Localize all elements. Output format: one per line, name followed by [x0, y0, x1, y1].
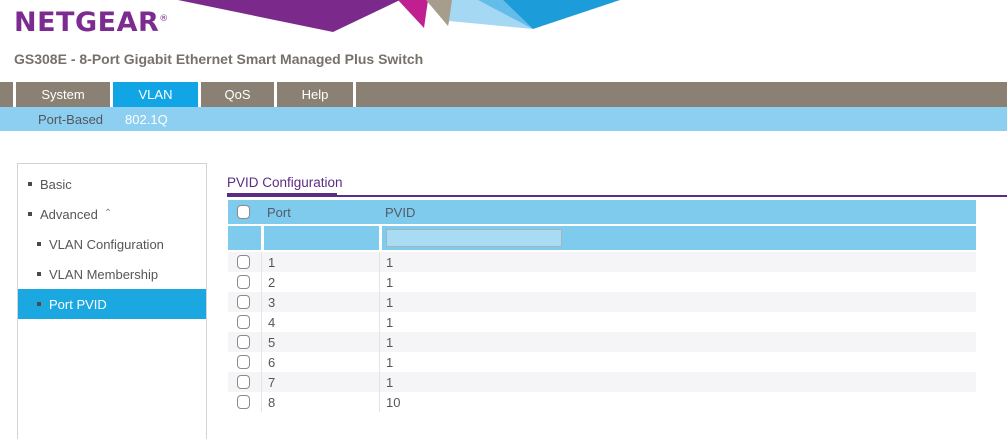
- sidebar-item-port-pvid[interactable]: Port PVID: [18, 289, 206, 319]
- pvid-table: Port PVID 1 1 2 1 3 1 4 1: [228, 200, 976, 412]
- subnav-item-8021q[interactable]: 802.1Q: [125, 112, 168, 127]
- table-row: 2 1: [228, 272, 976, 292]
- filter-row: [228, 226, 976, 250]
- sidebar-item-label: Basic: [40, 177, 72, 192]
- port-cell: 2: [261, 272, 379, 292]
- sidebar: Basic Advanced ⌃ VLAN Configuration VLAN…: [17, 163, 207, 439]
- pvid-filter-input[interactable]: [386, 229, 562, 247]
- sidebar-item-label: Port PVID: [49, 297, 107, 312]
- port-cell: 8: [261, 392, 379, 412]
- main-nav: System VLAN QoS Help: [0, 82, 1007, 107]
- table-row: 1 1: [228, 252, 976, 272]
- table-row: 4 1: [228, 312, 976, 332]
- port-cell: 5: [261, 332, 379, 352]
- column-header-pvid: PVID: [379, 200, 976, 224]
- page-title: GS308E - 8-Port Gigabit Ethernet Smart M…: [14, 51, 423, 67]
- sub-nav: Port-Based 802.1Q: [0, 107, 1007, 131]
- netgear-logo: NETGEAR®: [14, 7, 169, 38]
- table-row: 5 1: [228, 332, 976, 352]
- table-header-row: Port PVID: [228, 200, 976, 224]
- pvid-cell: 1: [379, 332, 976, 352]
- tab-system[interactable]: System: [13, 82, 110, 107]
- sidebar-item-basic[interactable]: Basic: [18, 169, 206, 199]
- pvid-cell: 1: [379, 352, 976, 372]
- brand-banner-graphic: [158, 0, 633, 33]
- sidebar-item-label: VLAN Membership: [49, 267, 158, 282]
- pvid-cell: 1: [379, 312, 976, 332]
- sidebar-item-label: VLAN Configuration: [49, 237, 164, 252]
- port-cell: 4: [261, 312, 379, 332]
- pvid-cell: 10: [379, 392, 976, 412]
- row-checkbox[interactable]: [237, 335, 250, 349]
- pvid-cell: 1: [379, 372, 976, 392]
- collapse-caret-icon: ⌃: [104, 209, 112, 219]
- table-row: 6 1: [228, 352, 976, 372]
- row-checkbox[interactable]: [237, 395, 250, 409]
- pvid-cell: 1: [379, 272, 976, 292]
- row-checkbox[interactable]: [237, 315, 250, 329]
- heading-underline: [227, 193, 1007, 197]
- row-checkbox[interactable]: [237, 355, 250, 369]
- sidebar-item-label: Advanced: [40, 207, 98, 222]
- pvid-configuration-heading: PVID Configuration: [227, 175, 343, 190]
- heading-underline-thin: [337, 195, 1007, 197]
- select-all-checkbox[interactable]: [237, 205, 250, 219]
- row-checkbox[interactable]: [237, 275, 250, 289]
- bullet-icon: [37, 242, 41, 246]
- port-filter-cell: [261, 226, 379, 250]
- pvid-cell: 1: [379, 252, 976, 272]
- tab-help[interactable]: Help: [274, 82, 353, 107]
- bullet-icon: [28, 182, 32, 186]
- port-cell: 1: [261, 252, 379, 272]
- bullet-icon: [28, 212, 32, 216]
- port-cell: 6: [261, 352, 379, 372]
- sidebar-item-advanced[interactable]: Advanced ⌃: [18, 199, 206, 229]
- pvid-filter-cell: [379, 226, 976, 250]
- row-checkbox[interactable]: [237, 295, 250, 309]
- bullet-icon: [37, 302, 41, 306]
- port-cell: 3: [261, 292, 379, 312]
- nav-filler: [353, 82, 1007, 107]
- column-header-port: Port: [261, 200, 379, 224]
- filter-checkbox-cell: [228, 226, 261, 250]
- port-cell: 7: [261, 372, 379, 392]
- page: NETGEAR® GS308E - 8-Port Gigabit Etherne…: [0, 0, 1007, 439]
- row-checkbox[interactable]: [237, 255, 250, 269]
- table-row: 7 1: [228, 372, 976, 392]
- heading-underline-thick: [227, 193, 337, 197]
- pvid-cell: 1: [379, 292, 976, 312]
- tab-vlan[interactable]: VLAN: [110, 82, 198, 107]
- bullet-icon: [37, 272, 41, 276]
- sidebar-item-vlan-configuration[interactable]: VLAN Configuration: [18, 229, 206, 259]
- table-row: 3 1: [228, 292, 976, 312]
- table-row: 8 10: [228, 392, 976, 412]
- subnav-item-port-based[interactable]: Port-Based: [38, 112, 103, 127]
- sidebar-item-vlan-membership[interactable]: VLAN Membership: [18, 259, 206, 289]
- row-checkbox[interactable]: [237, 375, 250, 389]
- tab-qos[interactable]: QoS: [198, 82, 274, 107]
- nav-spacer: [0, 82, 13, 107]
